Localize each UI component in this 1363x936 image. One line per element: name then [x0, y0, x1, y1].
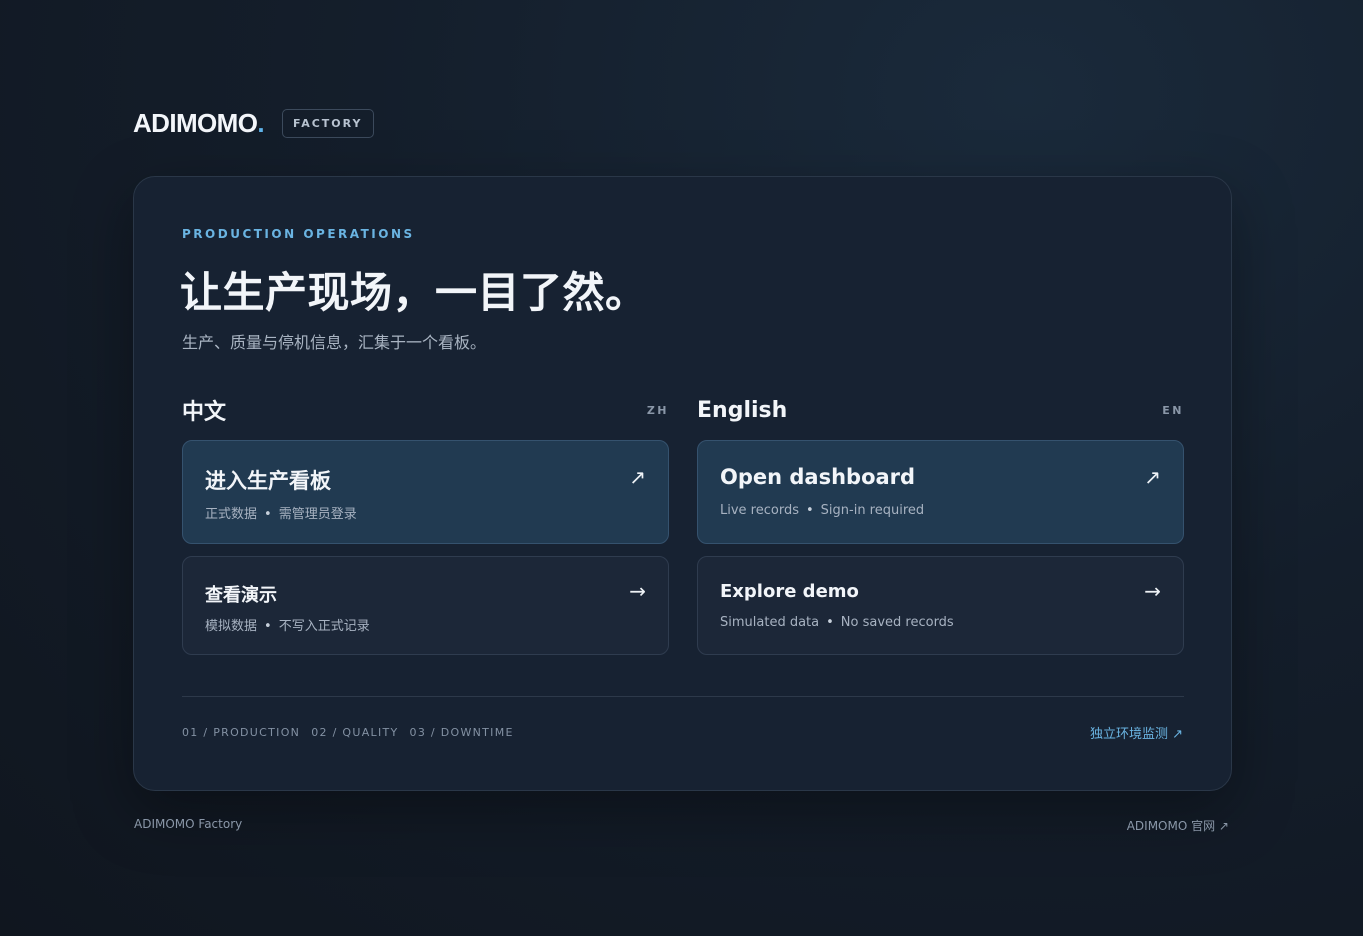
footer-company-name: ADIMOMO Factory: [134, 817, 243, 831]
step-downtime: 03 / DOWNTIME: [409, 726, 514, 739]
chinese-column: 中文 ZH 进入生产看板 正式数据 • 需管理员登录 ↗ 查看演示 模拟数据 • 不写入…: [182, 395, 669, 655]
arrow-right-icon: →: [629, 579, 646, 603]
factory-badge: FACTORY: [281, 108, 374, 138]
explore-demo-en-title: Explore demo: [720, 581, 859, 602]
explore-demo-en-button[interactable]: Explore demo Simulated data • No saved rec…: [697, 556, 1184, 655]
chinese-language-code: ZH: [646, 403, 669, 417]
explore-demo-zh-meta: 模拟数据 • 不写入正式记录: [205, 619, 370, 634]
official-site-link[interactable]: ADIMOMO 官网 ↗: [1127, 817, 1229, 834]
brand-header: ADIMOMO. FACTORY: [133, 108, 374, 138]
english-column: English EN Open dashboard Live records • S…: [697, 395, 1184, 655]
explore-demo-en-meta: Simulated data • No saved records: [720, 615, 954, 630]
open-dashboard-zh-title: 进入生产看板: [205, 469, 331, 493]
landing-page: ADIMOMO. FACTORY PRODUCTION OPERATIONS 让…: [133, 0, 1232, 936]
explore-demo-zh-button[interactable]: 查看演示 模拟数据 • 不写入正式记录 →: [182, 556, 669, 655]
step-production: 01 / PRODUCTION: [182, 726, 301, 739]
logo: ADIMOMO.: [133, 107, 265, 138]
environment-monitor-link[interactable]: 独立环境监测 ↗: [1090, 723, 1183, 742]
open-dashboard-zh-meta: 正式数据 • 需管理员登录: [205, 507, 357, 522]
english-column-header: English EN: [697, 395, 1184, 425]
logo-dot: .: [257, 107, 264, 138]
open-dashboard-en-meta: Live records • Sign-in required: [720, 503, 925, 518]
open-dashboard-en-title: Open dashboard: [720, 465, 916, 489]
eyebrow-label: PRODUCTION OPERATIONS: [182, 227, 415, 241]
arrow-up-right-icon: ↗: [1144, 465, 1161, 489]
chinese-column-header: 中文 ZH: [182, 395, 669, 425]
meta-separator: •: [264, 619, 272, 634]
page-subtitle: 生产、质量与停机信息，汇集于一个看板。: [182, 333, 487, 352]
meta-separator: •: [826, 615, 834, 630]
english-column-title: English: [697, 397, 788, 423]
step-quality: 02 / QUALITY: [311, 726, 399, 739]
arrow-right-icon: →: [1144, 579, 1161, 603]
open-dashboard-zh-button[interactable]: 进入生产看板 正式数据 • 需管理员登录 ↗: [182, 440, 669, 544]
meta-separator: •: [805, 503, 814, 518]
meta-separator: •: [264, 507, 272, 522]
english-language-code: EN: [1162, 403, 1184, 417]
arrow-up-right-icon: ↗: [629, 465, 646, 489]
page-title: 让生产现场，一目了然。: [180, 268, 648, 317]
chinese-column-title: 中文: [182, 400, 227, 425]
open-dashboard-en-button[interactable]: Open dashboard Live records • Sign-in requ…: [697, 440, 1184, 544]
divider: [182, 696, 1184, 697]
explore-demo-zh-title: 查看演示: [205, 585, 277, 606]
main-card: PRODUCTION OPERATIONS 让生产现场，一目了然。 生产、质量与…: [133, 176, 1232, 791]
module-steps: 01 / PRODUCTION 02 / QUALITY 03 / DOWNTI…: [182, 726, 525, 739]
